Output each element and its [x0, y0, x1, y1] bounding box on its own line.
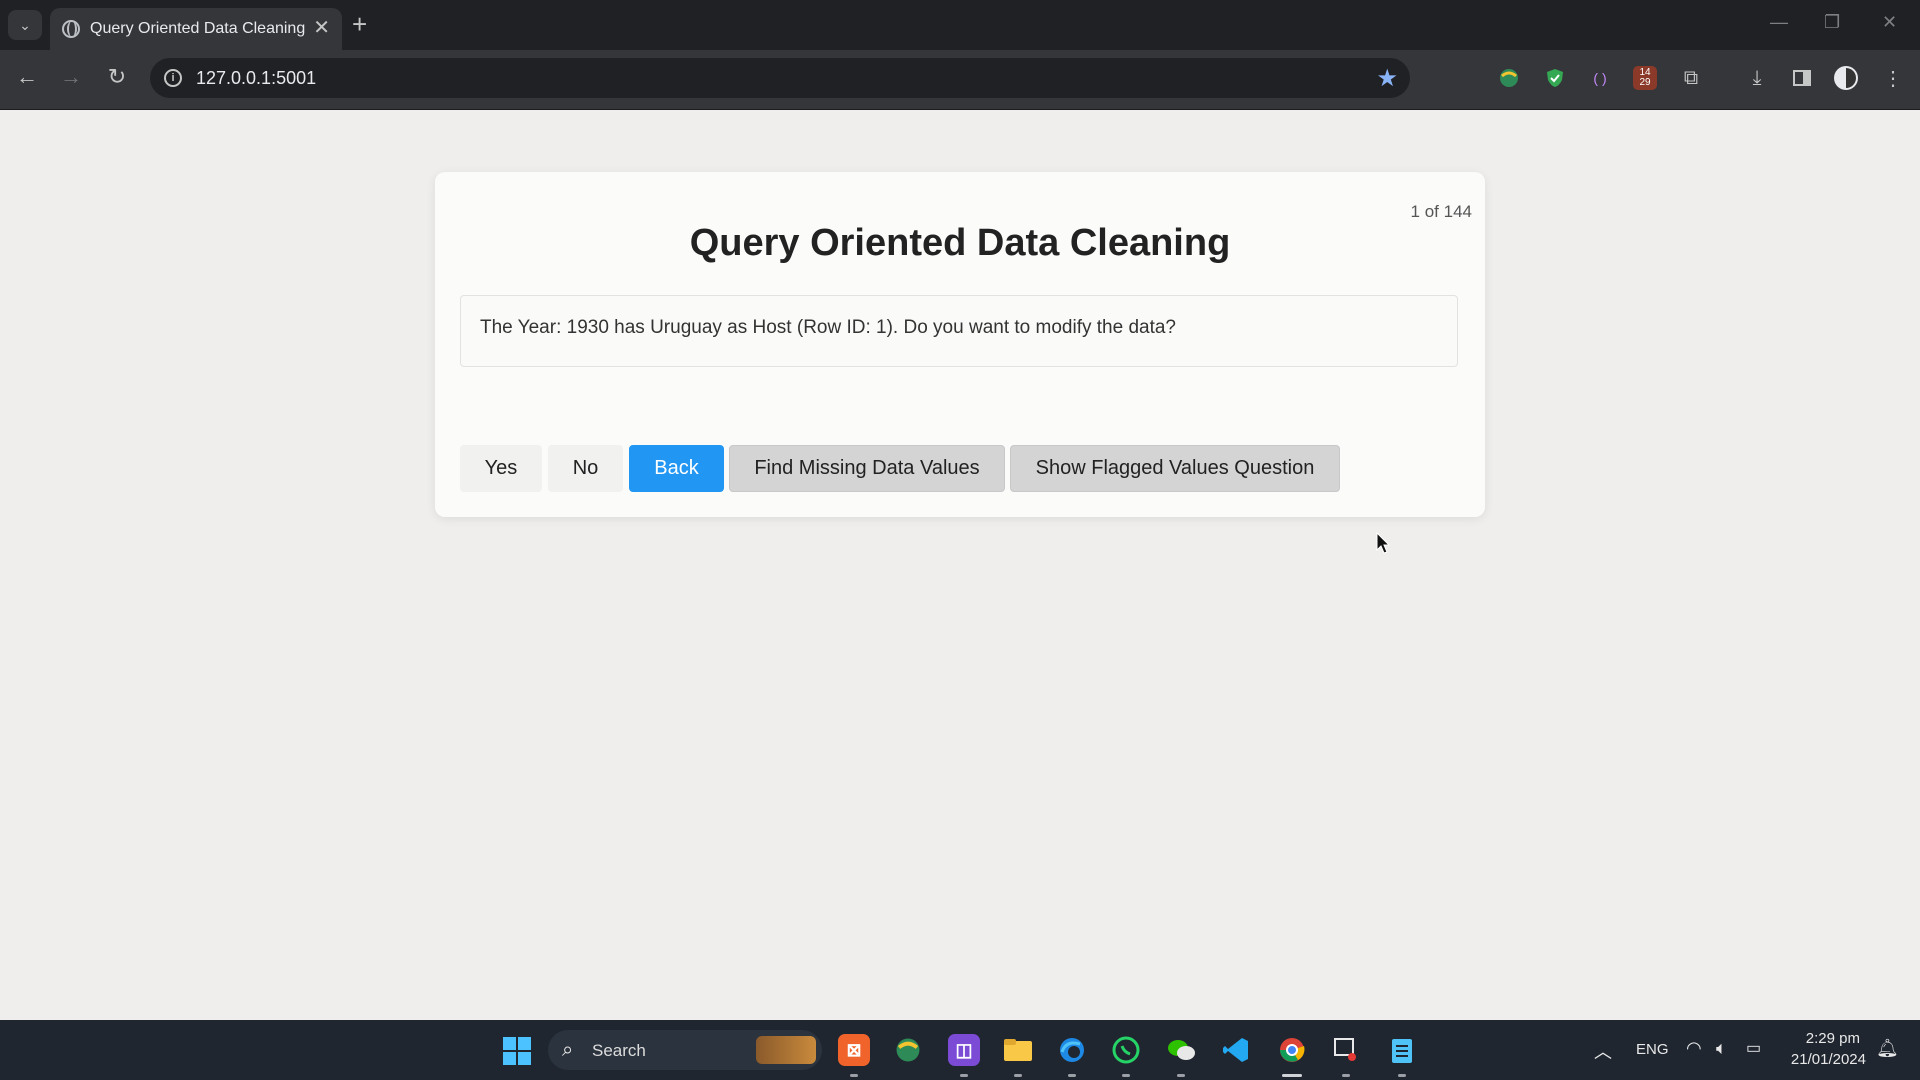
- tab-search-button[interactable]: ⌄: [8, 10, 42, 40]
- wechat-icon[interactable]: [1165, 1034, 1197, 1066]
- new-tab-button[interactable]: +: [352, 10, 367, 38]
- brackets-extension-icon[interactable]: ( ): [1588, 66, 1612, 90]
- site-info-icon[interactable]: i: [164, 69, 182, 87]
- running-indicator: [1398, 1074, 1406, 1077]
- windows-taskbar: ⌕ Search ⊠ ◫ ︿ ENG ◠ 🔈︎ ▭ 2:29 pm 21/01/: [0, 1020, 1920, 1080]
- running-indicator: [1014, 1074, 1022, 1077]
- search-icon: ⌕: [562, 1039, 574, 1061]
- globe-icon: [62, 20, 80, 38]
- restore-icon[interactable]: ❐: [1824, 12, 1840, 33]
- yes-button[interactable]: Yes: [460, 445, 542, 492]
- question-box: The Year: 1930 has Uruguay as Host (Row …: [460, 295, 1458, 367]
- profile-avatar[interactable]: [1834, 66, 1858, 90]
- search-highlight-image: [756, 1036, 816, 1064]
- close-window-icon[interactable]: ✕: [1882, 12, 1897, 33]
- whatsapp-icon[interactable]: [1110, 1034, 1142, 1066]
- kebab-menu-icon[interactable]: ⋮: [1881, 66, 1905, 90]
- forward-arrow-icon[interactable]: →: [56, 64, 86, 90]
- wifi-icon[interactable]: ◠: [1686, 1038, 1702, 1059]
- browser-tab-active[interactable]: Query Oriented Data Cleaning ✕: [50, 8, 342, 50]
- shield-icon[interactable]: [1543, 66, 1567, 90]
- running-indicator: [850, 1074, 858, 1077]
- bookmark-star-icon[interactable]: ★: [1376, 64, 1398, 93]
- show-flagged-values-button[interactable]: Show Flagged Values Question: [1010, 445, 1340, 492]
- taskbar-search-label: Search: [592, 1041, 646, 1060]
- taskbar-search[interactable]: ⌕ Search: [548, 1030, 822, 1070]
- side-panel-icon[interactable]: [1790, 66, 1814, 90]
- notification-bell-icon[interactable]: 🔔︎: [1876, 1038, 1899, 1059]
- windows-start-icon[interactable]: [503, 1037, 531, 1065]
- clock-time[interactable]: 2:29 pm: [1780, 1030, 1860, 1047]
- back-arrow-icon[interactable]: ←: [12, 64, 42, 90]
- chrome-icon[interactable]: [1276, 1034, 1308, 1066]
- download-icon[interactable]: ⤓: [1745, 66, 1769, 90]
- volume-icon[interactable]: 🔈︎: [1716, 1038, 1727, 1059]
- browser-tab-bar: ⌄ Query Oriented Data Cleaning ✕ + — ❐ ✕: [0, 0, 1920, 50]
- question-counter: 1 of 144: [1410, 202, 1472, 221]
- running-indicator: [1177, 1074, 1185, 1077]
- clock-date[interactable]: 21/01/2024: [1780, 1051, 1866, 1068]
- running-indicator: [1068, 1074, 1076, 1077]
- address-bar[interactable]: i 127.0.0.1:5001 ★: [150, 58, 1410, 98]
- browser-globe-app-icon[interactable]: [892, 1034, 924, 1066]
- tab-title: Query Oriented Data Cleaning: [90, 20, 306, 37]
- close-tab-icon[interactable]: ✕: [313, 17, 330, 39]
- file-explorer-icon[interactable]: [1002, 1034, 1034, 1066]
- page-title: Query Oriented Data Cleaning: [689, 222, 1231, 264]
- mouse-cursor-icon: [1376, 532, 1391, 554]
- find-missing-values-button[interactable]: Find Missing Data Values: [729, 445, 1005, 492]
- running-indicator: [1342, 1074, 1350, 1077]
- reload-icon[interactable]: ↻: [102, 64, 132, 90]
- question-text: The Year: 1930 has Uruguay as Host (Row …: [480, 317, 1176, 338]
- xampp-app-icon[interactable]: ⊠: [838, 1034, 870, 1066]
- url-text[interactable]: 127.0.0.1:5001: [196, 68, 316, 89]
- puzzle-extensions-icon[interactable]: ⧉: [1679, 66, 1703, 90]
- running-indicator: [960, 1074, 968, 1077]
- edge-browser-icon[interactable]: [1056, 1034, 1088, 1066]
- chevron-down-icon: ⌄: [19, 16, 31, 33]
- language-indicator[interactable]: ENG: [1636, 1041, 1669, 1058]
- battery-icon[interactable]: ▭: [1746, 1038, 1761, 1058]
- media-app-icon[interactable]: ◫: [948, 1034, 980, 1066]
- vscode-icon[interactable]: [1220, 1034, 1252, 1066]
- calendar-extension-icon[interactable]: 14 29: [1633, 66, 1657, 90]
- question-card: 1 of 144 Query Oriented Data Cleaning Th…: [435, 172, 1485, 517]
- browser-toolbar: ← → ↻ i 127.0.0.1:5001 ★: [0, 50, 1920, 110]
- active-app-indicator: [1282, 1074, 1302, 1077]
- no-button[interactable]: No: [548, 445, 623, 492]
- back-button[interactable]: Back: [629, 445, 724, 492]
- running-indicator: [1122, 1074, 1130, 1077]
- extension-globe-icon[interactable]: [1497, 66, 1521, 90]
- tray-chevron-up-icon[interactable]: ︿: [1594, 1038, 1612, 1064]
- snipping-tool-icon[interactable]: [1330, 1034, 1362, 1066]
- minimize-icon[interactable]: —: [1770, 12, 1788, 33]
- notepad-icon[interactable]: [1386, 1034, 1418, 1066]
